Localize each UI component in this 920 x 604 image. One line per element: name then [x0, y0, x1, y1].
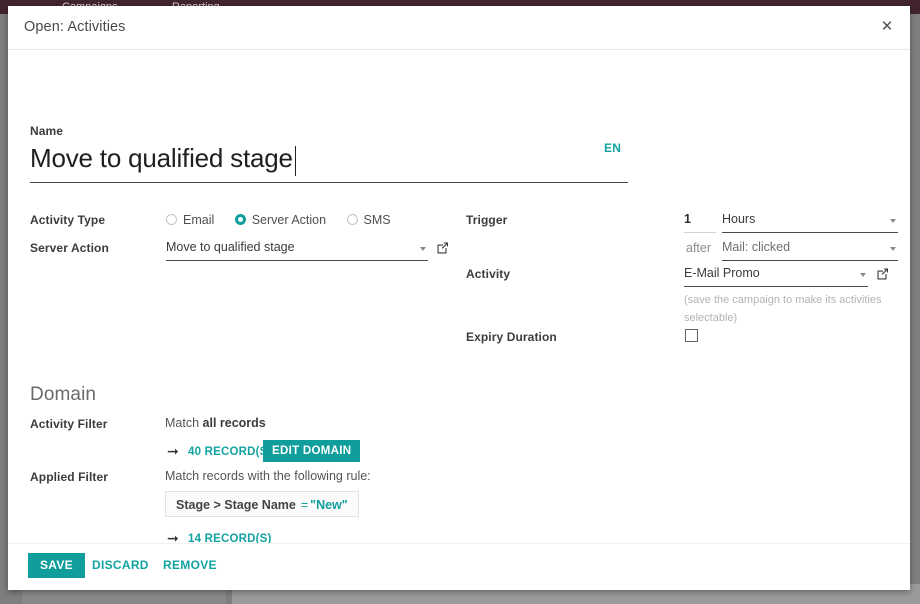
- name-label: Name: [30, 124, 64, 138]
- rule-operator: =: [300, 498, 309, 512]
- radio-dot-icon: [234, 214, 246, 226]
- dialog-footer: SAVE DISCARD REMOVE: [8, 543, 910, 590]
- text-caret: [295, 146, 296, 176]
- server-action-label: Server Action: [30, 241, 109, 255]
- arrow-right-icon: ➞: [167, 443, 179, 459]
- chevron-down-icon: [890, 247, 896, 251]
- activity-select[interactable]: E-Mail Promo: [684, 265, 868, 287]
- name-input[interactable]: Move to qualified stage: [30, 142, 628, 183]
- activity-type-label: Activity Type: [30, 213, 106, 227]
- activity-type-radio-group[interactable]: Email Server Action SMS: [166, 211, 407, 229]
- activity-label: Activity: [466, 267, 511, 281]
- language-badge[interactable]: EN: [604, 141, 621, 155]
- chevron-down-icon: [890, 219, 896, 223]
- radio-activity-type-sms[interactable]: SMS: [346, 212, 391, 227]
- activity-external-link-icon[interactable]: [876, 267, 889, 280]
- dialog-header: Open: Activities ✕: [8, 6, 910, 50]
- dialog-title: Open: Activities: [24, 19, 126, 35]
- server-action-external-link-icon[interactable]: [436, 241, 449, 254]
- radio-label: SMS: [363, 212, 391, 227]
- rule-field-path: Stage > Stage Name: [176, 498, 296, 512]
- activity-value: E-Mail Promo: [684, 266, 760, 280]
- trigger-interval-number-input[interactable]: 1: [684, 211, 716, 233]
- trigger-interval-unit-select[interactable]: Hours: [722, 211, 898, 233]
- server-action-select[interactable]: Move to qualified stage: [166, 239, 428, 261]
- radio-label: Email: [183, 212, 215, 227]
- trigger-type-select[interactable]: Mail: clicked: [722, 239, 898, 261]
- radio-activity-type-server-action[interactable]: Server Action: [234, 212, 327, 227]
- rule-value: "New": [310, 498, 348, 512]
- radio-activity-type-email[interactable]: Email: [166, 213, 214, 227]
- trigger-label: Trigger: [466, 213, 508, 227]
- activities-dialog: Open: Activities ✕ Name Move to qualifie…: [8, 6, 910, 590]
- expiry-duration-label: Expiry Duration: [466, 330, 557, 344]
- trigger-interval-number-value: 1: [684, 212, 691, 226]
- filter-rule-chip: Stage > Stage Name = "New": [165, 491, 359, 517]
- close-icon[interactable]: ✕: [878, 18, 896, 36]
- save-button[interactable]: SAVE: [28, 553, 85, 578]
- trigger-after-label: after: [686, 241, 712, 255]
- domain-section-heading: Domain: [30, 384, 97, 405]
- applied-filter-match-text: Match records with the following rule:: [165, 469, 371, 483]
- discard-button[interactable]: DISCARD: [92, 553, 149, 578]
- match-strong: all records: [202, 416, 266, 430]
- edit-domain-button[interactable]: EDIT DOMAIN: [263, 440, 361, 462]
- activity-hint-text: (save the campaign to make its activitie…: [684, 294, 882, 324]
- trigger-interval-unit-value: Hours: [722, 212, 756, 226]
- dialog-body: Name Move to qualified stage EN Activity…: [8, 50, 910, 545]
- activity-filter-record-count-link[interactable]: 40 RECORD(S): [188, 446, 272, 458]
- trigger-type-value: Mail: clicked: [722, 240, 791, 254]
- server-action-value: Move to qualified stage: [166, 240, 295, 254]
- chevron-down-icon: [860, 273, 866, 277]
- applied-filter-label: Applied Filter: [30, 470, 109, 484]
- match-prefix: Match: [165, 416, 203, 430]
- expiry-duration-checkbox[interactable]: [685, 329, 698, 342]
- radio-dot-icon: [346, 214, 358, 226]
- activity-filter-label: Activity Filter: [30, 417, 108, 431]
- name-input-value: Move to qualified stage: [30, 143, 293, 173]
- chevron-down-icon: [420, 247, 426, 251]
- remove-button[interactable]: REMOVE: [163, 553, 217, 578]
- activity-filter-match-text: Match all records: [165, 416, 266, 430]
- radio-label: Server Action: [251, 212, 327, 227]
- radio-dot-icon: [166, 214, 177, 226]
